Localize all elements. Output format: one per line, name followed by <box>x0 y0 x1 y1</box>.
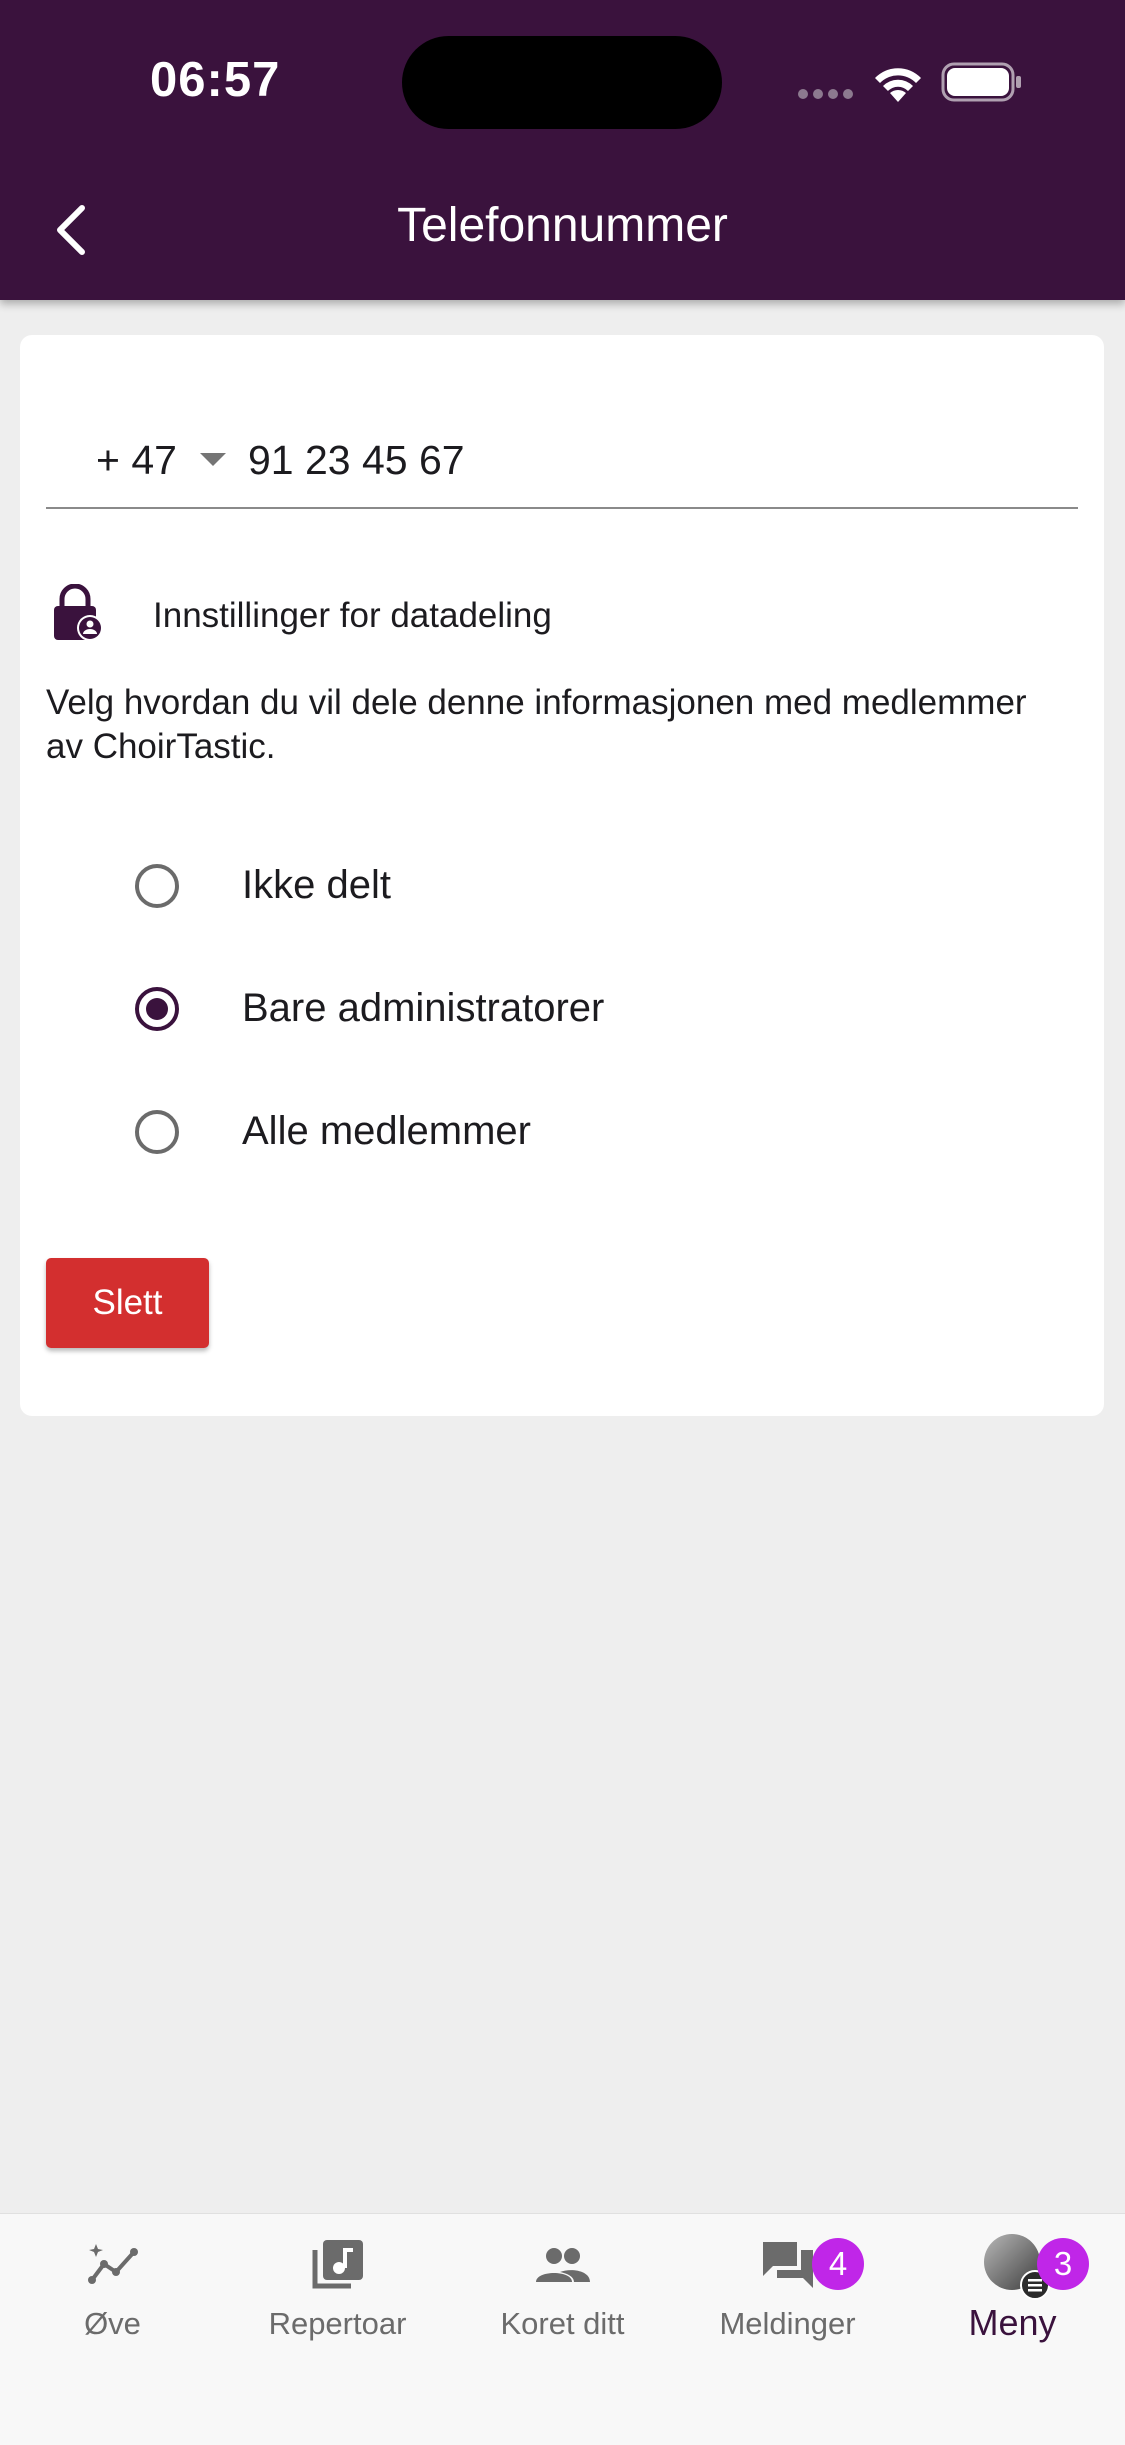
radio-unchecked-icon[interactable] <box>134 1109 180 1155</box>
radio-option-admins-only[interactable]: Bare administratorer <box>110 964 1010 1054</box>
nav-label: Meldinger <box>719 2306 856 2341</box>
wifi-icon <box>875 68 921 102</box>
cellular-signal-icon <box>798 89 853 99</box>
nav-label: Øve <box>84 2306 141 2341</box>
phone-number-field-row: + 47 <box>46 415 1078 509</box>
radio-unchecked-icon[interactable] <box>134 863 180 909</box>
nav-item-practice[interactable]: Øve <box>0 2214 225 2374</box>
app-header: 06:57 Telefonnummer <box>0 0 1125 300</box>
music-library-icon <box>312 2240 363 2289</box>
nav-label: Repertoar <box>268 2306 407 2341</box>
avatar <box>984 2234 1050 2300</box>
radio-option-all-members[interactable]: Alle medlemmer <box>110 1087 1010 1177</box>
chat-icon <box>763 2242 813 2288</box>
nav-item-menu[interactable]: 3 Meny <box>900 2214 1125 2374</box>
radio-checked-icon[interactable] <box>134 986 180 1032</box>
bottom-navigation: Øve Repertoar Koret ditt 4 Meldinger 3 M… <box>0 2213 1125 2445</box>
nav-label: Meny <box>968 2302 1057 2343</box>
status-time: 06:57 <box>150 53 281 107</box>
privacy-description: Velg hvordan du vil dele denne informasj… <box>46 683 1027 766</box>
privacy-settings-title: Innstillinger for datadeling <box>153 596 552 635</box>
radio-option-not-shared[interactable]: Ikke delt <box>110 841 1010 931</box>
people-icon <box>536 2248 590 2282</box>
phone-settings-card: + 47 Innstillinger for datadeling Velg h… <box>20 335 1104 1416</box>
privacy-settings-header: Innstillinger for datadeling <box>50 580 1050 650</box>
messages-badge: 4 <box>812 2238 864 2290</box>
dropdown-arrow-icon[interactable] <box>200 451 226 467</box>
radio-label: Ikke delt <box>242 863 391 907</box>
practice-chart-icon <box>88 2244 138 2284</box>
nav-label: Koret ditt <box>500 2306 625 2341</box>
dynamic-island <box>402 36 722 129</box>
menu-badge: 3 <box>1037 2238 1089 2290</box>
page-title: Telefonnummer <box>397 199 728 252</box>
delete-button[interactable]: Slett <box>46 1258 209 1348</box>
nav-item-your-choir[interactable]: Koret ditt <box>450 2214 675 2374</box>
radio-label: Bare administratorer <box>242 986 605 1030</box>
nav-item-messages[interactable]: 4 Meldinger <box>675 2214 900 2374</box>
lock-person-icon <box>54 584 103 641</box>
nav-item-repertoire[interactable]: Repertoar <box>225 2214 450 2374</box>
radio-label: Alle medlemmer <box>242 1109 531 1153</box>
country-code-selector[interactable]: + 47 <box>96 415 177 505</box>
phone-number-input[interactable] <box>248 415 1048 505</box>
battery-icon <box>941 62 1021 102</box>
